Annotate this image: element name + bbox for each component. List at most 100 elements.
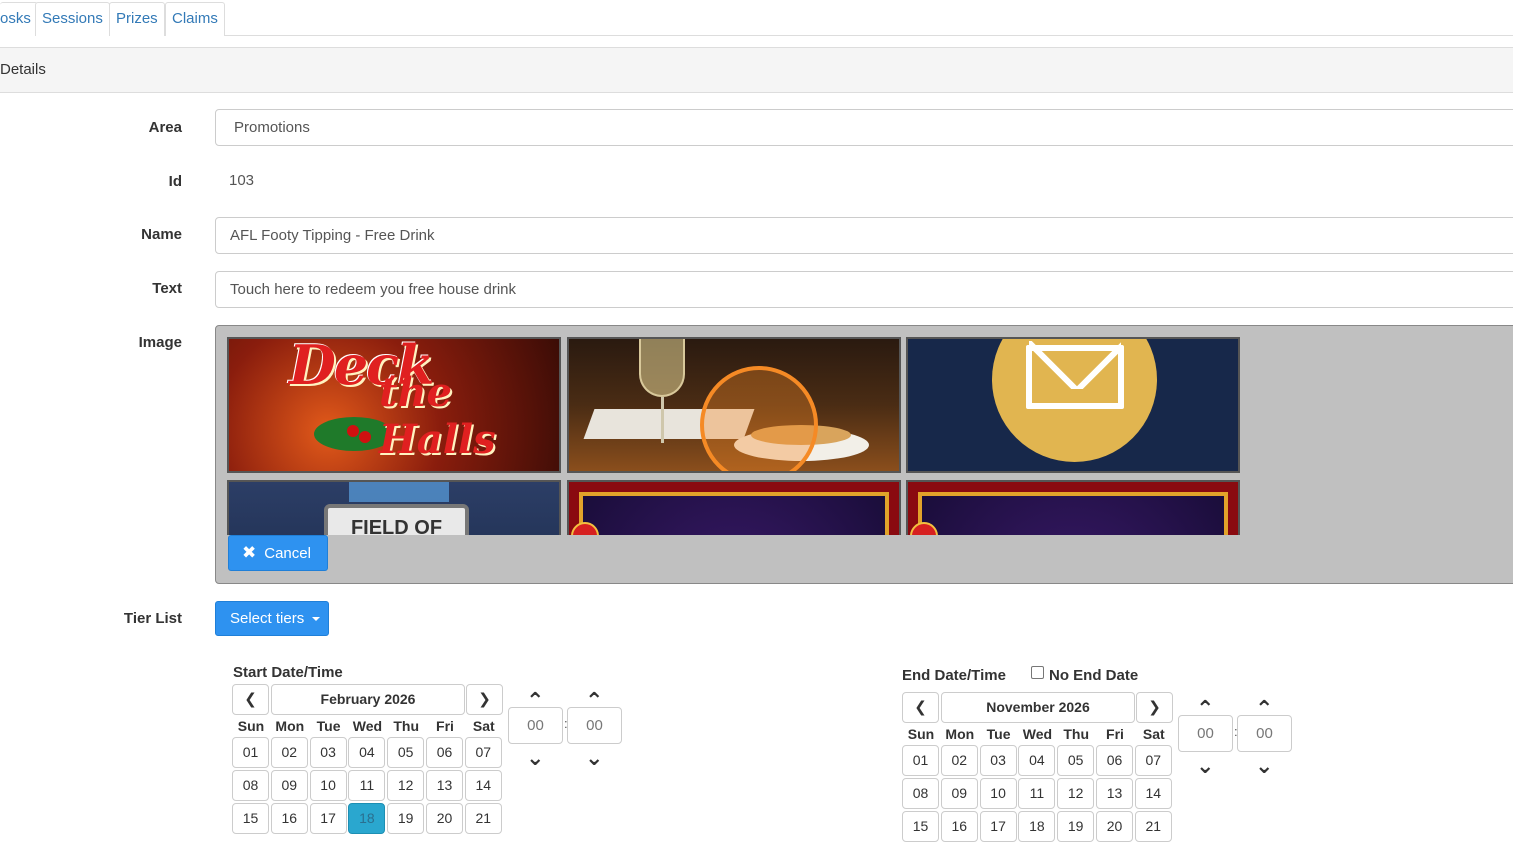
tab-bar: osks Sessions Prizes Claims — [0, 0, 1513, 36]
start-day-cell[interactable]: 20 — [426, 803, 463, 834]
start-day-cell[interactable]: 12 — [387, 770, 425, 801]
thumbnail-free-drink[interactable] — [567, 337, 901, 473]
start-day-cell[interactable]: 19 — [387, 803, 425, 834]
start-day-cell[interactable]: 21 — [464, 803, 502, 834]
end-day-cell[interactable]: 20 — [1096, 811, 1133, 842]
start-day-cell[interactable]: 17 — [309, 803, 347, 834]
image-thumbnails[interactable]: Deck the Halls FIELD OF — [227, 337, 1247, 535]
start-day-cell[interactable]: 06 — [426, 737, 463, 768]
start-minutes-field[interactable]: 00 — [567, 707, 622, 744]
name-input[interactable]: AFL Footy Tipping - Free Drink — [215, 217, 1513, 254]
start-minute-up-icon[interactable]: ⌃ — [585, 690, 603, 712]
end-weekday-header: Thu — [1063, 726, 1090, 742]
select-tiers-label: Select tiers — [230, 610, 305, 627]
end-next-month-button[interactable]: ❯ — [1136, 692, 1173, 723]
end-weekday-header: Wed — [1022, 726, 1053, 742]
start-month-title[interactable]: February 2026 — [271, 684, 465, 715]
end-day-cell[interactable]: 06 — [1096, 745, 1133, 776]
start-day-cell[interactable]: 16 — [270, 803, 308, 834]
times-icon: ✖ — [242, 543, 257, 562]
end-hours-field[interactable]: 00 — [1178, 715, 1233, 752]
start-day-cell[interactable]: 07 — [464, 737, 502, 768]
end-minutes-field[interactable]: 00 — [1237, 715, 1292, 752]
end-day-cell[interactable]: 13 — [1096, 778, 1133, 809]
thumbnail-envelope[interactable] — [906, 337, 1240, 473]
end-day-cell[interactable]: 09 — [940, 778, 978, 809]
end-weekday-header: Sat — [1142, 726, 1165, 742]
start-prev-month-button[interactable]: ❮ — [232, 684, 269, 715]
end-hour-down-icon[interactable]: ⌄ — [1196, 755, 1214, 777]
end-day-cell[interactable]: 16 — [940, 811, 978, 842]
stadium-lights — [349, 482, 449, 502]
start-day-cell[interactable]: 11 — [348, 770, 386, 801]
no-end-date-label: No End Date — [1049, 667, 1139, 684]
start-day-cell[interactable]: 04 — [348, 737, 386, 768]
start-day-cell[interactable]: 15 — [232, 803, 269, 834]
start-hour-up-icon[interactable]: ⌃ — [526, 690, 544, 712]
text-input[interactable]: Touch here to redeem you free house drin… — [215, 271, 1513, 308]
thumbnail-red-frame-2[interactable] — [906, 480, 1240, 535]
end-day-cell[interactable]: 11 — [1018, 778, 1056, 809]
end-day-cell[interactable]: 19 — [1057, 811, 1095, 842]
thumbnail-red-frame-1[interactable] — [567, 480, 901, 535]
end-day-cell[interactable]: 14 — [1134, 778, 1172, 809]
thumbnail-badge: FIELD OF — [324, 504, 469, 535]
start-day-cell[interactable]: 14 — [464, 770, 502, 801]
end-day-cell[interactable]: 01 — [902, 745, 939, 776]
start-weekday-header: Wed — [352, 718, 383, 734]
start-day-cell[interactable]: 18 — [348, 803, 386, 834]
details-panel-heading: Details — [0, 47, 1513, 93]
text-label: Text — [152, 280, 182, 297]
berry-decoration — [359, 431, 371, 443]
end-day-cell[interactable]: 02 — [940, 745, 978, 776]
end-weekday-header: Sun — [907, 726, 935, 742]
end-hour-up-icon[interactable]: ⌃ — [1196, 698, 1214, 720]
end-day-cell[interactable]: 21 — [1134, 811, 1172, 842]
end-weekday-header: Tue — [986, 726, 1011, 742]
end-day-cell[interactable]: 18 — [1018, 811, 1056, 842]
end-prev-month-button[interactable]: ❮ — [902, 692, 939, 723]
start-day-cell[interactable]: 02 — [270, 737, 308, 768]
tier-list-label: Tier List — [123, 610, 182, 627]
end-minute-down-icon[interactable]: ⌄ — [1255, 755, 1273, 777]
tab-prizes[interactable]: Prizes — [109, 2, 165, 36]
end-day-cell[interactable]: 15 — [902, 811, 939, 842]
no-end-date-checkbox[interactable] — [1031, 666, 1044, 679]
start-day-cell[interactable]: 05 — [387, 737, 425, 768]
end-day-cell[interactable]: 05 — [1057, 745, 1095, 776]
frame-inner — [918, 492, 1228, 535]
select-tiers-dropdown[interactable]: Select tiers — [215, 601, 329, 636]
start-next-month-button[interactable]: ❯ — [466, 684, 503, 715]
start-minute-down-icon[interactable]: ⌄ — [585, 747, 603, 769]
end-day-cell[interactable]: 10 — [979, 778, 1017, 809]
end-minute-up-icon[interactable]: ⌃ — [1255, 698, 1273, 720]
wine-glass-graphic — [639, 339, 685, 397]
thumbnail-deck-the-halls[interactable]: Deck the Halls — [227, 337, 561, 473]
thumbnail-field-of-legends[interactable]: FIELD OF — [227, 480, 561, 535]
image-picker: Deck the Halls FIELD OF ✖ Cancel — [215, 325, 1513, 584]
end-weekday-header: Fri — [1106, 726, 1124, 742]
area-select[interactable]: Promotions — [215, 109, 1513, 146]
end-month-title[interactable]: November 2026 — [941, 692, 1135, 723]
end-day-cell[interactable]: 17 — [979, 811, 1017, 842]
start-day-cell[interactable]: 08 — [232, 770, 269, 801]
tab-claims[interactable]: Claims — [165, 2, 225, 36]
tab-sessions[interactable]: Sessions — [35, 2, 110, 36]
end-datetime-label: End Date/Time — [902, 667, 1006, 684]
start-day-cell[interactable]: 01 — [232, 737, 269, 768]
start-day-cell[interactable]: 10 — [309, 770, 347, 801]
end-day-cell[interactable]: 12 — [1057, 778, 1095, 809]
tab-kiosks[interactable]: osks — [0, 2, 38, 36]
start-hour-down-icon[interactable]: ⌄ — [526, 747, 544, 769]
start-day-cell[interactable]: 03 — [309, 737, 347, 768]
end-day-cell[interactable]: 08 — [902, 778, 939, 809]
end-day-cell[interactable]: 07 — [1134, 745, 1172, 776]
start-weekday-header: Fri — [436, 718, 454, 734]
start-day-cell[interactable]: 13 — [426, 770, 463, 801]
end-day-cell[interactable]: 04 — [1018, 745, 1056, 776]
end-day-cell[interactable]: 03 — [979, 745, 1017, 776]
start-day-cell[interactable]: 09 — [270, 770, 308, 801]
cancel-button[interactable]: ✖ Cancel — [228, 535, 328, 571]
envelope-flap — [1029, 341, 1121, 389]
start-hours-field[interactable]: 00 — [508, 707, 563, 744]
